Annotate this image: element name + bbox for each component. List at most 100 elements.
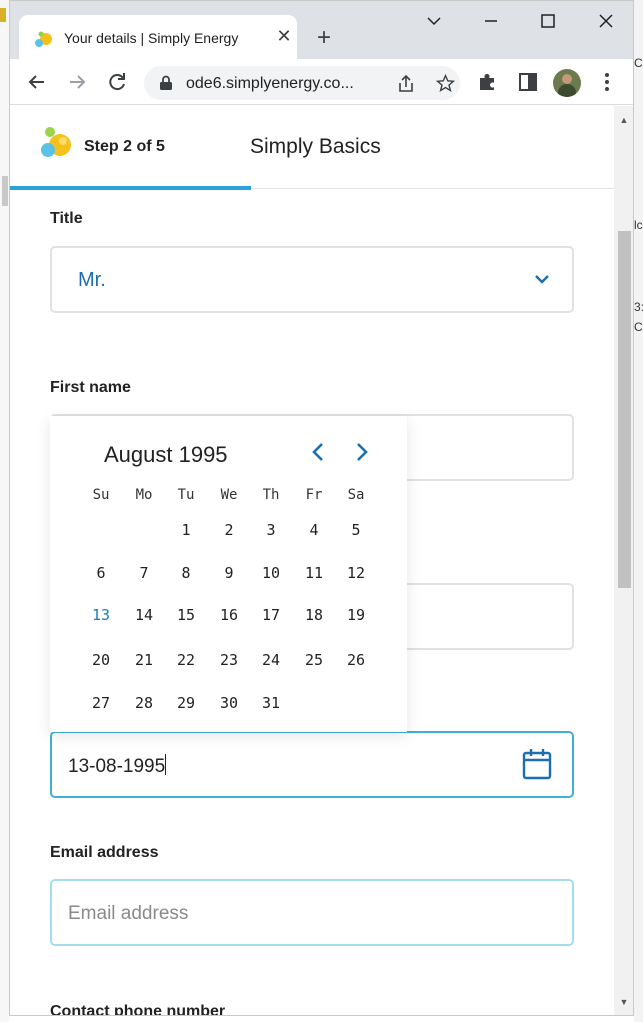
tab-strip: Your details | Simply Energy ✕ + <box>10 1 633 59</box>
datepicker-day[interactable]: 6 <box>79 559 123 587</box>
datepicker-month-year: August 1995 <box>104 442 228 467</box>
background-window-text: 3: <box>634 300 643 314</box>
datepicker-day[interactable]: 14 <box>122 601 166 629</box>
datepicker-day[interactable]: 1 <box>164 516 208 544</box>
simply-energy-favicon <box>35 31 52 47</box>
datepicker-day[interactable]: 25 <box>292 646 336 674</box>
weekday-header: Fr <box>305 487 323 503</box>
email-field[interactable]: Email address <box>50 879 574 946</box>
kebab-menu-icon[interactable] <box>594 69 620 95</box>
scrollbar-thumb[interactable] <box>618 231 631 588</box>
datepicker-day[interactable]: 31 <box>249 689 293 717</box>
datepicker-day[interactable]: 5 <box>334 516 378 544</box>
title-selected-value: Mr. <box>78 269 106 291</box>
minimize-button[interactable] <box>471 7 511 35</box>
background-window-mark <box>2 176 8 206</box>
datepicker-day[interactable]: 28 <box>122 689 166 717</box>
weekday-header: Th <box>262 487 280 503</box>
datepicker-day[interactable]: 3 <box>249 516 293 544</box>
tab-close-icon[interactable]: ✕ <box>274 26 294 46</box>
datepicker-day[interactable]: 24 <box>249 646 293 674</box>
datepicker-day[interactable]: 4 <box>292 516 336 544</box>
datepicker-day[interactable]: 18 <box>292 601 336 629</box>
simply-energy-logo <box>41 127 71 157</box>
datepicker-day[interactable]: 9 <box>207 559 251 587</box>
datepicker-day[interactable]: 16 <box>207 601 251 629</box>
datepicker-day[interactable]: 20 <box>79 646 123 674</box>
tab-your-details[interactable]: Your details | Simply Energy ✕ <box>19 15 297 59</box>
datepicker-day[interactable]: 21 <box>122 646 166 674</box>
datepicker-day[interactable]: 27 <box>79 689 123 717</box>
weekday-header: We <box>220 487 238 503</box>
share-icon[interactable] <box>396 74 416 94</box>
background-window-text: lc <box>634 218 643 232</box>
datepicker-day[interactable]: 30 <box>207 689 251 717</box>
calendar-icon[interactable] <box>522 748 552 780</box>
maximize-button[interactable] <box>528 7 568 35</box>
arrow-right-icon[interactable] <box>64 69 90 95</box>
minimize-icon <box>485 20 497 22</box>
datepicker-day[interactable]: 23 <box>207 646 251 674</box>
datepicker-day[interactable]: 11 <box>292 559 336 587</box>
maximize-icon <box>541 14 555 28</box>
star-icon[interactable] <box>435 73 456 94</box>
background-window-text: C <box>634 320 643 334</box>
browser-toolbar: ode6.simplyenergy.co... <box>10 59 633 105</box>
side-panel-icon[interactable] <box>515 69 541 95</box>
plan-name: Simply Basics <box>250 135 381 158</box>
datepicker-day[interactable]: 26 <box>334 646 378 674</box>
date-of-birth-field[interactable]: 13-08-1995 <box>50 731 574 798</box>
datepicker-popup: August 1995 Su Mo Tu We Th Fr Sa 1 2 3 4 5 6 7 8 9 10 11 1… <box>50 416 407 732</box>
datepicker-day[interactable]: 2 <box>207 516 251 544</box>
browser-window: Your details | Simply Energy ✕ + ode6.si… <box>9 0 634 1016</box>
tab-search-button[interactable] <box>414 7 454 35</box>
avatar[interactable] <box>553 69 581 97</box>
previous-month-icon[interactable] <box>308 440 330 464</box>
datepicker-day[interactable]: 10 <box>249 559 293 587</box>
title-label: Title <box>50 210 83 227</box>
weekday-header: Mo <box>135 487 153 503</box>
weekday-header: Tu <box>177 487 195 503</box>
lock-icon[interactable] <box>159 75 173 91</box>
page-scrollbar[interactable]: ▲ ▼ <box>614 106 633 1015</box>
datepicker-day[interactable]: 15 <box>164 601 208 629</box>
step-progress-bar <box>10 186 251 190</box>
tab-title: Your details | Simply Energy <box>64 30 239 46</box>
chevron-down-icon <box>427 17 441 26</box>
url-text[interactable]: ode6.simplyenergy.co... <box>186 75 354 93</box>
next-month-icon[interactable] <box>350 440 372 464</box>
background-window-text: C <box>634 56 643 70</box>
datepicker-day[interactable]: 17 <box>249 601 293 629</box>
text-caret <box>165 754 167 775</box>
background-window-left <box>0 0 9 1022</box>
weekday-header: Su <box>92 487 110 503</box>
scroll-up-icon[interactable]: ▲ <box>618 114 630 126</box>
datepicker-day[interactable]: 12 <box>334 559 378 587</box>
step-header: Step 2 of 5 Simply Basics <box>10 106 614 190</box>
title-select[interactable]: Mr. <box>50 246 574 313</box>
address-bar[interactable]: ode6.simplyenergy.co... <box>144 66 460 100</box>
arrow-left-icon[interactable] <box>24 69 50 95</box>
scroll-down-icon[interactable]: ▼ <box>618 996 630 1008</box>
date-of-birth-value[interactable]: 13-08-1995 <box>68 754 167 778</box>
datepicker-day[interactable]: 7 <box>122 559 166 587</box>
page-content: Step 2 of 5 Simply Basics Title Mr. Firs… <box>10 106 614 1016</box>
email-label: Email address <box>50 844 159 861</box>
new-tab-button[interactable]: + <box>310 25 338 53</box>
phone-label: Contact phone number <box>50 1003 226 1016</box>
datepicker-day-selected[interactable]: 13 <box>79 601 123 629</box>
close-window-button[interactable] <box>586 7 626 35</box>
datepicker-day[interactable]: 29 <box>164 689 208 717</box>
close-icon <box>599 14 613 28</box>
chevron-down-icon <box>535 275 549 284</box>
email-placeholder: Email address <box>68 903 189 924</box>
puzzle-icon[interactable] <box>475 69 501 95</box>
reload-icon[interactable] <box>104 69 130 95</box>
datepicker-day[interactable]: 8 <box>164 559 208 587</box>
datepicker-day[interactable]: 22 <box>164 646 208 674</box>
weekday-header: Sa <box>347 487 365 503</box>
background-window-icon <box>0 8 6 22</box>
first-name-label: First name <box>50 379 131 396</box>
step-indicator: Step 2 of 5 <box>84 138 165 155</box>
datepicker-day[interactable]: 19 <box>334 601 378 629</box>
